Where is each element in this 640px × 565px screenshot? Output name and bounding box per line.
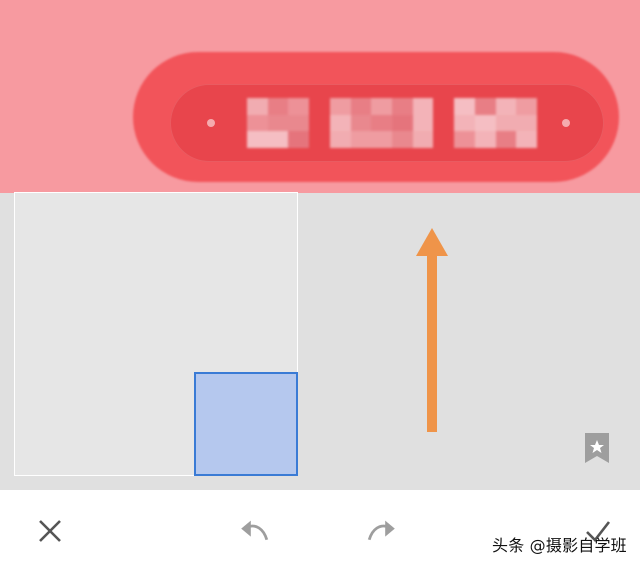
mosaic-cell — [412, 131, 434, 148]
mosaic-cell — [495, 114, 517, 132]
mosaic-cell — [391, 98, 413, 115]
mosaic-cell — [454, 98, 475, 115]
mosaic-cell — [309, 131, 330, 148]
mosaic-cell — [433, 131, 454, 148]
mosaic-cell — [495, 131, 517, 148]
mosaic-cell — [474, 114, 496, 132]
mosaic-cell — [454, 131, 475, 148]
mosaic-cell — [247, 98, 268, 115]
mosaic-cell — [412, 114, 434, 132]
mosaic-cell — [350, 131, 372, 148]
mosaic-cell — [267, 131, 289, 148]
mosaic-cell — [267, 114, 289, 132]
pill-dot-right — [562, 119, 570, 127]
mosaic-cell — [371, 114, 392, 132]
mosaic-cell — [350, 98, 372, 115]
mosaic-cell — [350, 114, 372, 132]
close-icon — [39, 520, 61, 542]
mosaic-cell — [329, 114, 351, 132]
mosaic-cell — [329, 98, 351, 115]
mosaic-cell — [309, 98, 330, 115]
mosaic-cell — [267, 98, 289, 115]
mosaic-cell — [516, 114, 537, 132]
pill-dot-left — [207, 119, 215, 127]
mosaic-cell — [391, 114, 413, 132]
bookmark-star-icon[interactable] — [584, 432, 610, 464]
mosaic-cell — [329, 131, 351, 148]
mosaic-cell — [391, 131, 413, 148]
mosaic-cell — [474, 98, 496, 115]
mosaic-cell — [288, 114, 310, 132]
mosaic-cell — [454, 114, 475, 132]
mosaic-cell — [474, 131, 496, 148]
mosaic-cell — [309, 115, 330, 132]
mosaic-cell — [288, 98, 310, 115]
close-button[interactable] — [34, 515, 66, 547]
mosaic-cell — [371, 98, 392, 115]
pixelated-redaction — [247, 98, 537, 148]
undo-icon — [241, 520, 269, 541]
mosaic-cell — [288, 131, 310, 148]
mosaic-cell — [247, 114, 268, 132]
mosaic-cell — [433, 98, 454, 115]
undo-button[interactable] — [238, 515, 270, 547]
up-arrow-annotation[interactable] — [410, 226, 454, 436]
watermark-text: 头条 @摄影自学班 — [492, 536, 627, 555]
mosaic-cell — [516, 98, 537, 115]
mosaic-cell — [433, 115, 454, 132]
mosaic-cell — [412, 98, 434, 115]
redo-button[interactable] — [366, 515, 398, 547]
redo-icon — [367, 520, 395, 541]
rectangle-selection[interactable] — [194, 372, 298, 476]
mosaic-cell — [371, 131, 392, 148]
mosaic-cell — [495, 98, 517, 115]
mosaic-cell — [516, 131, 537, 148]
mosaic-cell — [247, 131, 268, 148]
